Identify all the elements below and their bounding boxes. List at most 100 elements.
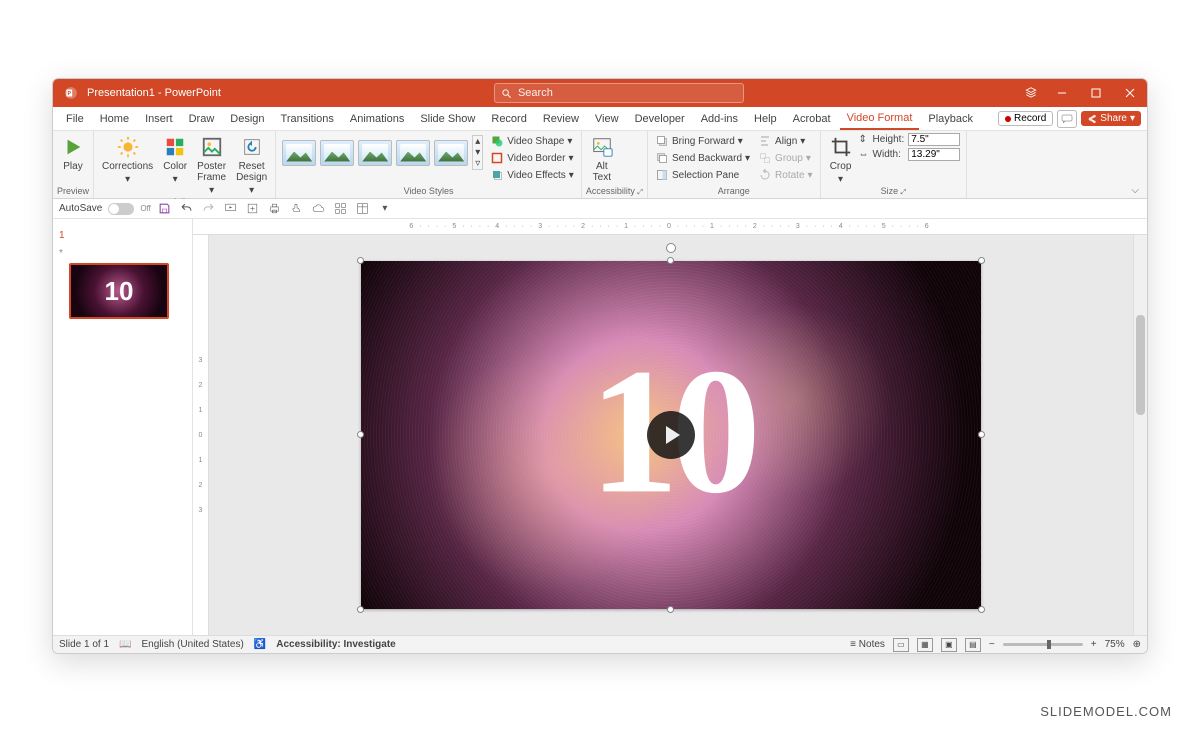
tab-video-format[interactable]: Video Format (840, 108, 920, 130)
reading-view-button[interactable]: ▣ (941, 638, 957, 652)
gallery-more[interactable]: ▿ (473, 158, 482, 169)
record-button[interactable]: Record (998, 111, 1053, 126)
tab-draw[interactable]: Draw (182, 109, 222, 129)
align-button[interactable]: Align ▾ (755, 133, 816, 149)
zoom-out-button[interactable]: − (989, 639, 995, 650)
autosave-toggle[interactable] (108, 203, 134, 215)
collapse-ribbon-button[interactable]: ⌵ (1123, 183, 1147, 198)
qat-cloud-button[interactable] (311, 201, 327, 217)
alt-text-button[interactable]: Alt Text (586, 133, 618, 185)
tab-acrobat[interactable]: Acrobat (786, 109, 838, 129)
qat-touch-button[interactable] (289, 201, 305, 217)
group-button[interactable]: Group ▾ (755, 150, 816, 166)
video-style-option[interactable] (282, 140, 316, 166)
fit-to-window-button[interactable]: ⊕ (1133, 639, 1141, 650)
video-style-option[interactable] (434, 140, 468, 166)
tab-addins[interactable]: Add-ins (694, 109, 745, 129)
resize-handle[interactable] (357, 431, 364, 438)
tab-animations[interactable]: Animations (343, 109, 411, 129)
corrections-button[interactable]: Corrections▾ (98, 133, 157, 187)
tab-file[interactable]: File (59, 109, 91, 129)
video-play-button[interactable] (647, 411, 695, 459)
width-input[interactable] (908, 148, 960, 161)
vertical-ruler[interactable]: 3 2 1 0 1 2 3 (193, 235, 209, 635)
horizontal-ruler[interactable]: 6 · · · · 5 · · · · 4 · · · · 3 · · · · … (193, 219, 1147, 235)
tab-developer[interactable]: Developer (628, 109, 692, 129)
tab-slideshow[interactable]: Slide Show (413, 109, 482, 129)
vertical-scrollbar[interactable] (1133, 235, 1147, 635)
sorter-view-button[interactable]: ▦ (917, 638, 933, 652)
scrollbar-thumb[interactable] (1136, 315, 1145, 415)
language-status[interactable]: English (United States) (142, 639, 244, 650)
tab-design[interactable]: Design (223, 109, 271, 129)
rotate-handle[interactable] (666, 243, 676, 253)
video-style-gallery[interactable]: ▴ ▾ ▿ (280, 133, 485, 172)
slideshow-view-button[interactable]: ▤ (965, 638, 981, 652)
tab-record[interactable]: Record (484, 109, 533, 129)
chevron-down-icon: ⌵ (1131, 185, 1139, 196)
slide-counter[interactable]: Slide 1 of 1 (59, 639, 109, 650)
qat-table-button[interactable] (355, 201, 371, 217)
resize-handle[interactable] (978, 257, 985, 264)
bring-forward-button[interactable]: Bring Forward ▾ (652, 133, 753, 149)
color-button[interactable]: Color▾ (159, 133, 191, 187)
resize-handle[interactable] (357, 606, 364, 613)
resize-handle[interactable] (978, 431, 985, 438)
gallery-scroll-down[interactable]: ▾ (473, 147, 482, 158)
rotate-icon (758, 168, 772, 182)
share-button[interactable]: Share▾ (1081, 111, 1141, 126)
crop-button[interactable]: Crop▾ (825, 133, 857, 187)
tab-playback[interactable]: Playback (921, 109, 980, 129)
tab-transitions[interactable]: Transitions (274, 109, 341, 129)
chevron-down-icon: ▾ (209, 185, 214, 196)
qat-grid-button[interactable] (333, 201, 349, 217)
resize-handle[interactable] (667, 606, 674, 613)
video-style-option[interactable] (320, 140, 354, 166)
qat-new-slide-button[interactable] (245, 201, 261, 217)
qat-print-button[interactable] (267, 201, 283, 217)
reset-design-button[interactable]: Reset Design▾ (232, 133, 271, 198)
chevron-down-icon: ▾ (125, 174, 130, 185)
search-input[interactable]: Search (494, 83, 744, 103)
gallery-scroll-up[interactable]: ▴ (473, 136, 482, 147)
redo-button[interactable] (201, 201, 217, 217)
save-button[interactable] (157, 201, 173, 217)
slide-thumbnail[interactable]: 10 (69, 263, 169, 319)
close-button[interactable] (1113, 79, 1147, 107)
resize-handle[interactable] (357, 257, 364, 264)
normal-view-button[interactable]: ▭ (893, 638, 909, 652)
tab-help[interactable]: Help (747, 109, 784, 129)
selection-pane-button[interactable]: Selection Pane (652, 167, 753, 183)
send-backward-button[interactable]: Send Backward ▾ (652, 150, 753, 166)
comments-button[interactable] (1057, 110, 1077, 128)
video-shape-button[interactable]: Video Shape ▾ (487, 133, 577, 149)
minimize-button[interactable] (1045, 79, 1079, 107)
tab-review[interactable]: Review (536, 109, 586, 129)
align-icon (758, 134, 772, 148)
zoom-in-button[interactable]: + (1091, 639, 1097, 650)
video-effects-button[interactable]: Video Effects ▾ (487, 167, 577, 183)
resize-handle[interactable] (667, 257, 674, 264)
accessibility-status[interactable]: Accessibility: Investigate (276, 639, 396, 650)
video-style-option[interactable] (358, 140, 392, 166)
undo-button[interactable] (179, 201, 195, 217)
rotate-button[interactable]: Rotate ▾ (755, 167, 816, 183)
video-style-option[interactable] (396, 140, 430, 166)
tab-home[interactable]: Home (93, 109, 136, 129)
slide-canvas[interactable]: 10 (209, 235, 1133, 635)
zoom-slider[interactable] (1003, 643, 1083, 646)
zoom-level[interactable]: 75% (1105, 639, 1125, 650)
notes-button[interactable]: ≡ Notes (850, 639, 885, 650)
account-icon[interactable] (1017, 86, 1045, 100)
video-border-button[interactable]: Video Border ▾ (487, 150, 577, 166)
height-input[interactable] (908, 133, 960, 146)
poster-frame-button[interactable]: Poster Frame▾ (193, 133, 230, 198)
tab-insert[interactable]: Insert (138, 109, 180, 129)
qat-more-button[interactable]: ▾ (377, 201, 393, 217)
play-button[interactable]: Play (57, 133, 89, 174)
qat-slideshow-button[interactable] (223, 201, 239, 217)
video-object[interactable]: 10 (361, 261, 981, 609)
maximize-button[interactable] (1079, 79, 1113, 107)
tab-view[interactable]: View (588, 109, 626, 129)
resize-handle[interactable] (978, 606, 985, 613)
